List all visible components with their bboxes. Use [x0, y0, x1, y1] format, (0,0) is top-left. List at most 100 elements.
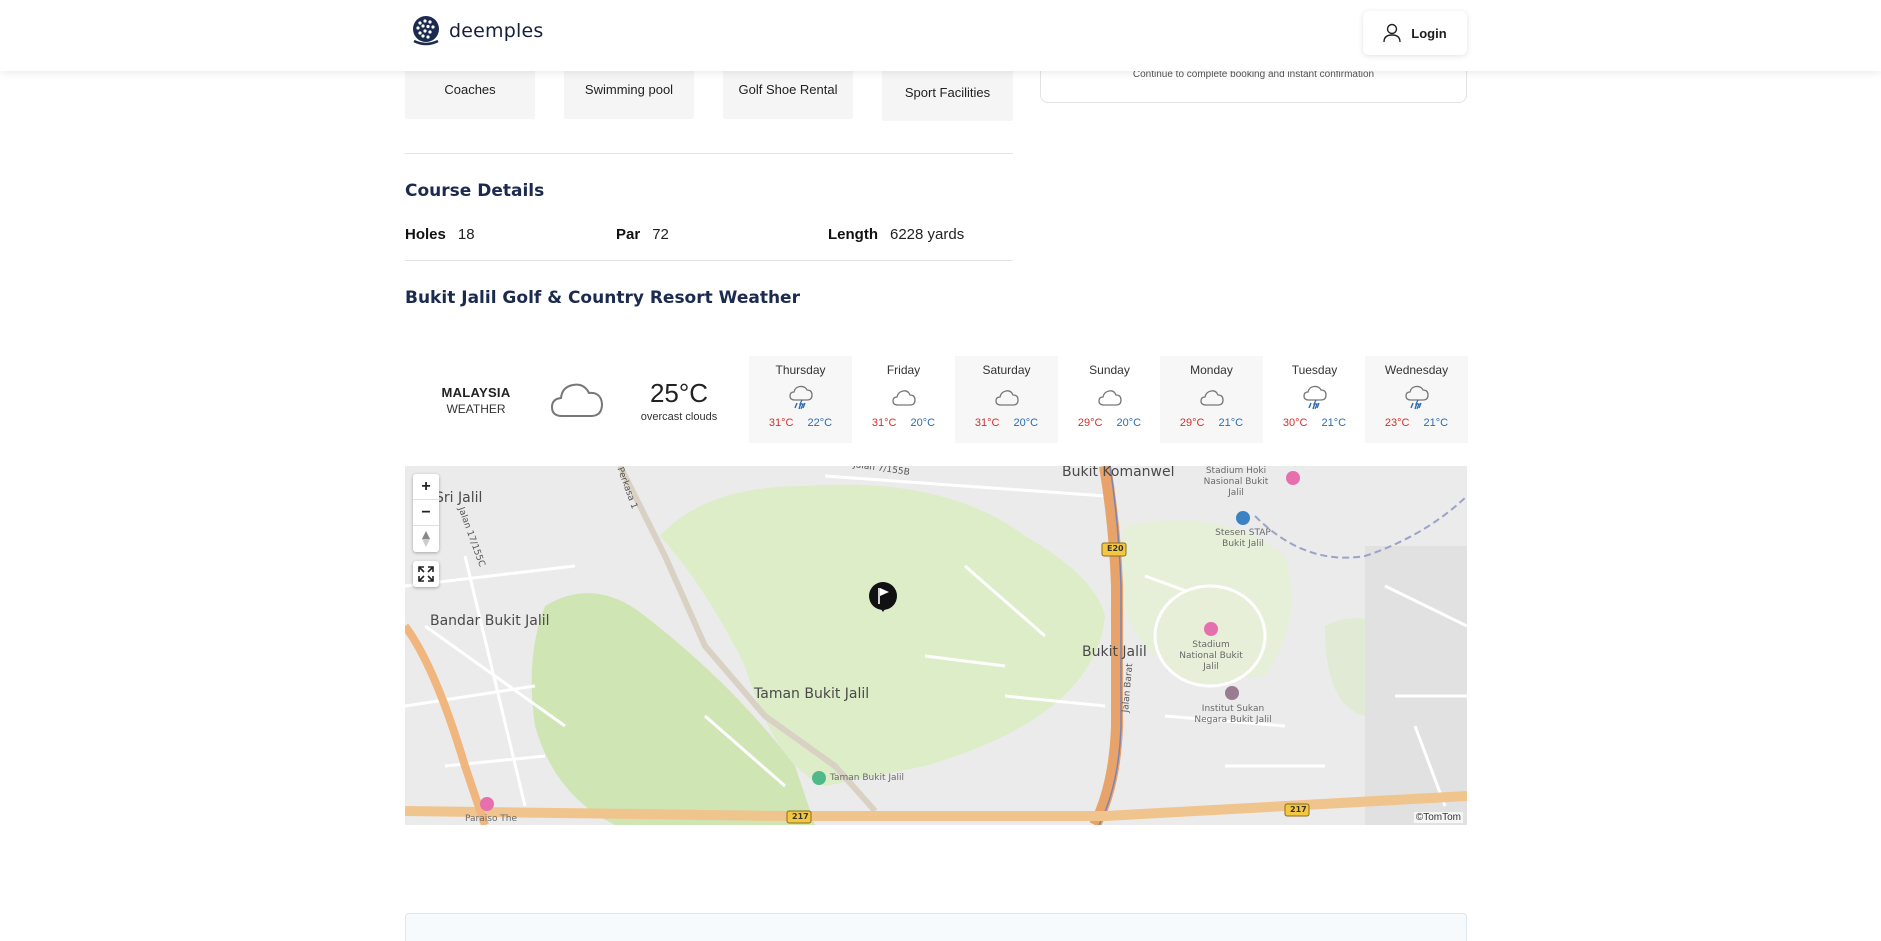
forecast-day: Sunday 29°C 20°C	[1058, 356, 1161, 443]
forecast-day: Thursday 31°C 22°C	[749, 356, 852, 443]
facility-sport-facilities: Sport Facilities	[882, 71, 1013, 121]
course-map[interactable]: Bukit Komanwel Bandar Bukit Jalil Taman …	[405, 466, 1467, 825]
map-label-stadium-national: Stadium National Bukit Jalil	[1179, 640, 1243, 672]
map-label-bandar-bukit-jalil: Bandar Bukit Jalil	[430, 613, 550, 629]
forecast-icon	[1058, 383, 1161, 413]
forecast-temps: 30°C 21°C	[1263, 417, 1366, 429]
current-temp: 25°C	[649, 378, 709, 408]
forecast-temps: 31°C 22°C	[749, 417, 852, 429]
divider	[405, 153, 1013, 154]
forecast-day-name: Wednesday	[1384, 363, 1449, 377]
forecast-low: 21°C	[1423, 417, 1449, 429]
forecast-day: Saturday 31°C 20°C	[955, 356, 1058, 443]
forecast-day-name: Saturday	[982, 363, 1031, 377]
forecast-day: Tuesday 30°C 21°C	[1263, 356, 1366, 443]
forecast-day-name: Monday	[1190, 363, 1233, 377]
facility-coaches: Coaches	[405, 71, 535, 119]
par-label: Par	[616, 226, 641, 243]
holes-detail: Holes 18	[405, 226, 475, 243]
fullscreen-icon	[418, 566, 434, 582]
forecast-temps: 29°C 20°C	[1058, 417, 1161, 429]
map-label-taman-bukit-jalil-poi: Taman Bukit Jalil	[830, 773, 905, 783]
forecast-high: 29°C	[1179, 417, 1205, 429]
map-label-institut-sukan: Institut Sukan Negara Bukit Jalil	[1194, 704, 1272, 725]
forecast-high: 31°C	[768, 417, 794, 429]
forecast-low: 21°C	[1218, 417, 1244, 429]
forecast-temps: 31°C 20°C	[955, 417, 1058, 429]
forecast-day: Wednesday 23°C 21°C	[1365, 356, 1468, 443]
map-label-sri-jalil: Sri Jalil	[435, 490, 483, 506]
map-label-paraiso: Paraiso The	[465, 814, 518, 824]
forecast-temps: 23°C 21°C	[1365, 417, 1468, 429]
compass-icon	[422, 531, 430, 547]
forecast-icon	[852, 383, 955, 413]
forecast-icon	[1365, 383, 1468, 413]
forecast-high: 23°C	[1384, 417, 1410, 429]
forecast-temps: 31°C 20°C	[852, 417, 955, 429]
forecast-day: Monday 29°C 21°C	[1160, 356, 1263, 443]
golf-ball-logo-icon	[413, 16, 439, 46]
forecast-icon	[749, 383, 852, 413]
country-name: MALAYSIA	[441, 385, 511, 400]
cloud-icon	[1097, 390, 1122, 406]
compass-button[interactable]	[413, 526, 439, 552]
map-shield-217: 217	[792, 812, 809, 821]
forecast-day-name: Sunday	[1089, 363, 1130, 377]
map-label-stesen-stap: Stesen STAP Bukit Jalil	[1215, 528, 1271, 549]
country-sub: WEATHER	[446, 402, 506, 416]
weather-country: MALAYSIA WEATHER	[432, 385, 520, 417]
forecast-temps: 29°C 21°C	[1160, 417, 1263, 429]
divider	[405, 260, 1013, 261]
map-label-stadium-hoki: Stadium Hoki Nasional Bukit Jalil	[1203, 466, 1269, 498]
rain-cloud-icon	[1302, 385, 1327, 410]
facility-golf-shoe-rental: Golf Shoe Rental	[723, 71, 853, 119]
zoom-out-button[interactable]: −	[413, 500, 439, 526]
forecast-icon	[1160, 383, 1263, 413]
rain-cloud-icon	[1404, 385, 1429, 410]
map-attribution[interactable]: ©TomTom	[1413, 812, 1463, 823]
length-label: Length	[828, 226, 878, 243]
cloud-icon	[550, 383, 604, 417]
forecast-day-name: Friday	[886, 363, 921, 377]
forecast-low: 20°C	[1013, 417, 1039, 429]
map-shield-e20: E20	[1107, 544, 1124, 553]
login-label: Login	[1411, 25, 1447, 41]
brand[interactable]: deemples	[409, 14, 543, 48]
forecast-icon	[955, 383, 1058, 413]
forecast-high: 31°C	[974, 417, 1000, 429]
cloud-icon	[891, 390, 916, 406]
course-details-title: Course Details	[405, 181, 545, 201]
user-icon	[1383, 23, 1401, 43]
forecast-low: 22°C	[807, 417, 833, 429]
forecast-icon	[1263, 383, 1366, 413]
forecast-day-name: Tuesday	[1291, 363, 1338, 377]
current-weather: 25°C overcast clouds	[636, 378, 722, 423]
current-description: overcast clouds	[640, 411, 718, 423]
map-label-bukit-komanwel: Bukit Komanwel	[1062, 466, 1175, 480]
fullscreen-button[interactable]	[413, 561, 439, 587]
forecast-low: 20°C	[910, 417, 936, 429]
holes-value: 18	[457, 226, 475, 243]
map-label-taman-bukit-jalil: Taman Bukit Jalil	[754, 686, 870, 702]
forecast-high: 29°C	[1077, 417, 1103, 429]
forecast-high: 31°C	[871, 417, 897, 429]
forecast-day-name: Thursday	[775, 363, 826, 377]
login-button[interactable]: Login	[1363, 11, 1467, 55]
next-section-box	[405, 913, 1467, 941]
length-detail: Length 6228 yards	[828, 226, 964, 243]
zoom-in-button[interactable]: +	[413, 474, 439, 500]
forecast-low: 21°C	[1321, 417, 1347, 429]
page: deemples Login Continue to complete book…	[0, 0, 1881, 941]
holes-label: Holes	[405, 226, 446, 243]
facility-swimming-pool: Swimming pool	[564, 71, 694, 119]
forecast-high: 30°C	[1282, 417, 1308, 429]
par-detail: Par 72	[616, 226, 669, 243]
cloud-icon	[1199, 390, 1224, 406]
top-navigation-bar: deemples Login	[0, 0, 1881, 71]
rain-cloud-icon	[788, 385, 813, 410]
map-zoom-controls: + −	[413, 474, 439, 552]
map-background	[405, 466, 1467, 825]
length-value: 6228 yards	[890, 226, 965, 243]
brand-name: deemples	[449, 20, 544, 42]
weather-title: Bukit Jalil Golf & Country Resort Weathe…	[405, 288, 800, 308]
